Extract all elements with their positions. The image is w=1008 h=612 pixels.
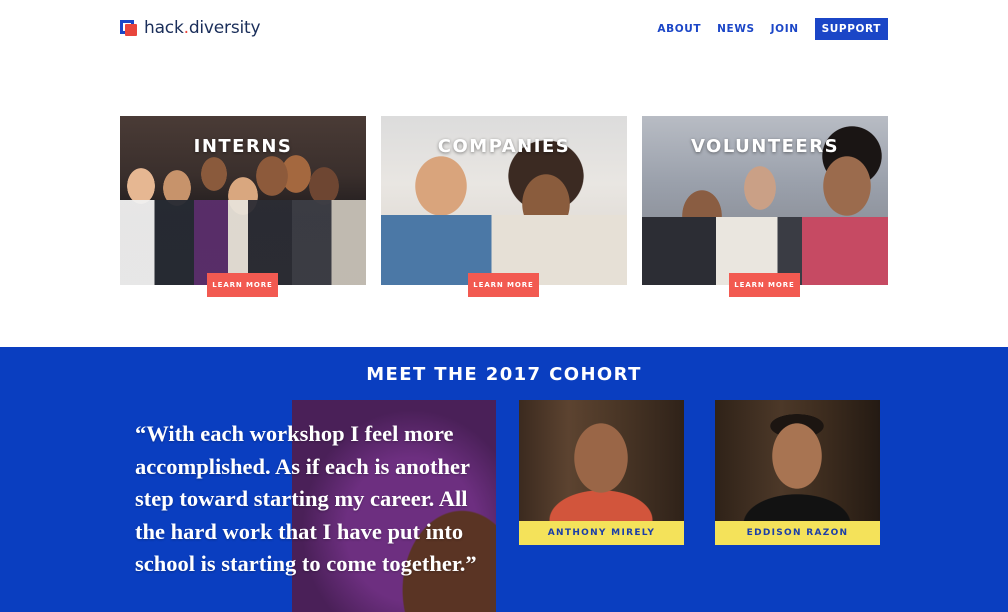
card-volunteers[interactable]: VOLUNTEERS (642, 116, 888, 285)
logo-text: hack.diversity (144, 18, 261, 38)
member-name: ANTHONY MIRELY (519, 521, 684, 545)
companies-learn-more-button[interactable]: LEARN MORE (468, 273, 539, 297)
main-nav: ABOUT NEWS JOIN SUPPORT (641, 18, 888, 40)
member-name: EDDISON RAZON (715, 521, 880, 545)
cohort-member-card[interactable]: EDDISON RAZON (715, 400, 880, 545)
cohort-section: MEET THE 2017 COHORT “With each workshop… (0, 347, 1008, 612)
card-interns[interactable]: INTERNS (120, 116, 366, 285)
member-photo (519, 400, 684, 521)
cohort-member-card[interactable]: ANTHONY MIRELY (519, 400, 684, 545)
testimonial-quote: “With each workshop I feel more accompli… (135, 421, 477, 576)
support-button[interactable]: SUPPORT (814, 18, 888, 40)
volunteers-learn-more-button[interactable]: LEARN MORE (729, 273, 800, 297)
interns-learn-more-button[interactable]: LEARN MORE (207, 273, 278, 297)
logo[interactable]: hack.diversity (120, 15, 261, 41)
nav-news[interactable]: NEWS (717, 23, 755, 35)
card-companies[interactable]: COMPANIES (381, 116, 627, 285)
logo-icon (120, 18, 140, 38)
card-title: COMPANIES (437, 136, 571, 157)
card-title: VOLUNTEERS (690, 136, 840, 157)
nav-join[interactable]: JOIN (771, 23, 799, 35)
member-photo (715, 400, 880, 521)
site-header: hack.diversity ABOUT NEWS JOIN SUPPORT (0, 0, 1008, 60)
section-title: MEET THE 2017 COHORT (366, 364, 642, 385)
nav-about[interactable]: ABOUT (657, 23, 701, 35)
card-title: INTERNS (193, 136, 293, 157)
